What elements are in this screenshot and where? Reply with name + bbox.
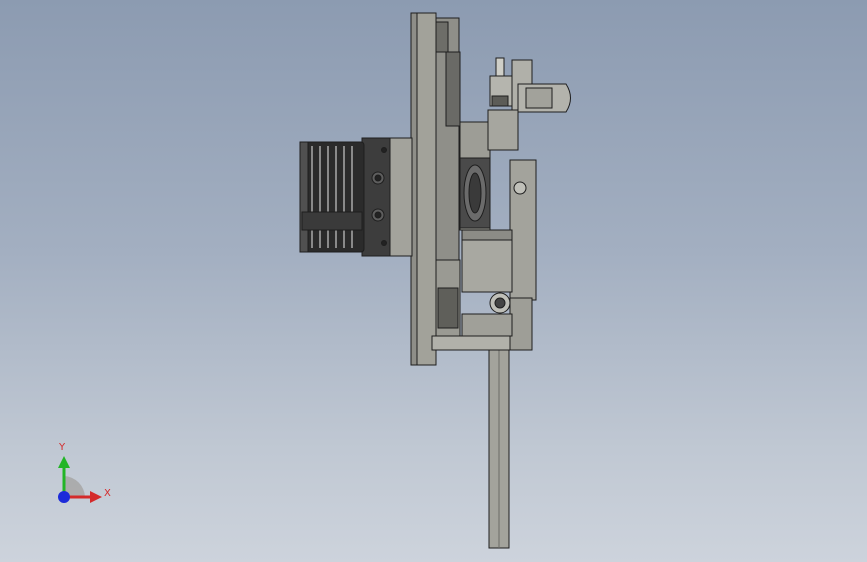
axis-triad-graphic <box>58 456 102 503</box>
y-axis-arrow <box>58 456 70 468</box>
cad-viewport[interactable]: Y X <box>0 0 867 562</box>
axis-triad: Y X <box>44 440 124 510</box>
z-axis-dot <box>58 491 70 503</box>
cad-model-side-view[interactable] <box>0 0 867 562</box>
y-axis-label: Y <box>59 442 66 453</box>
pin-hole <box>513 181 527 195</box>
motor-flange <box>387 137 413 257</box>
x-axis-label: X <box>104 488 111 499</box>
motor-body <box>361 137 391 257</box>
x-axis-arrow <box>90 491 102 503</box>
knurled-knob <box>299 141 365 253</box>
